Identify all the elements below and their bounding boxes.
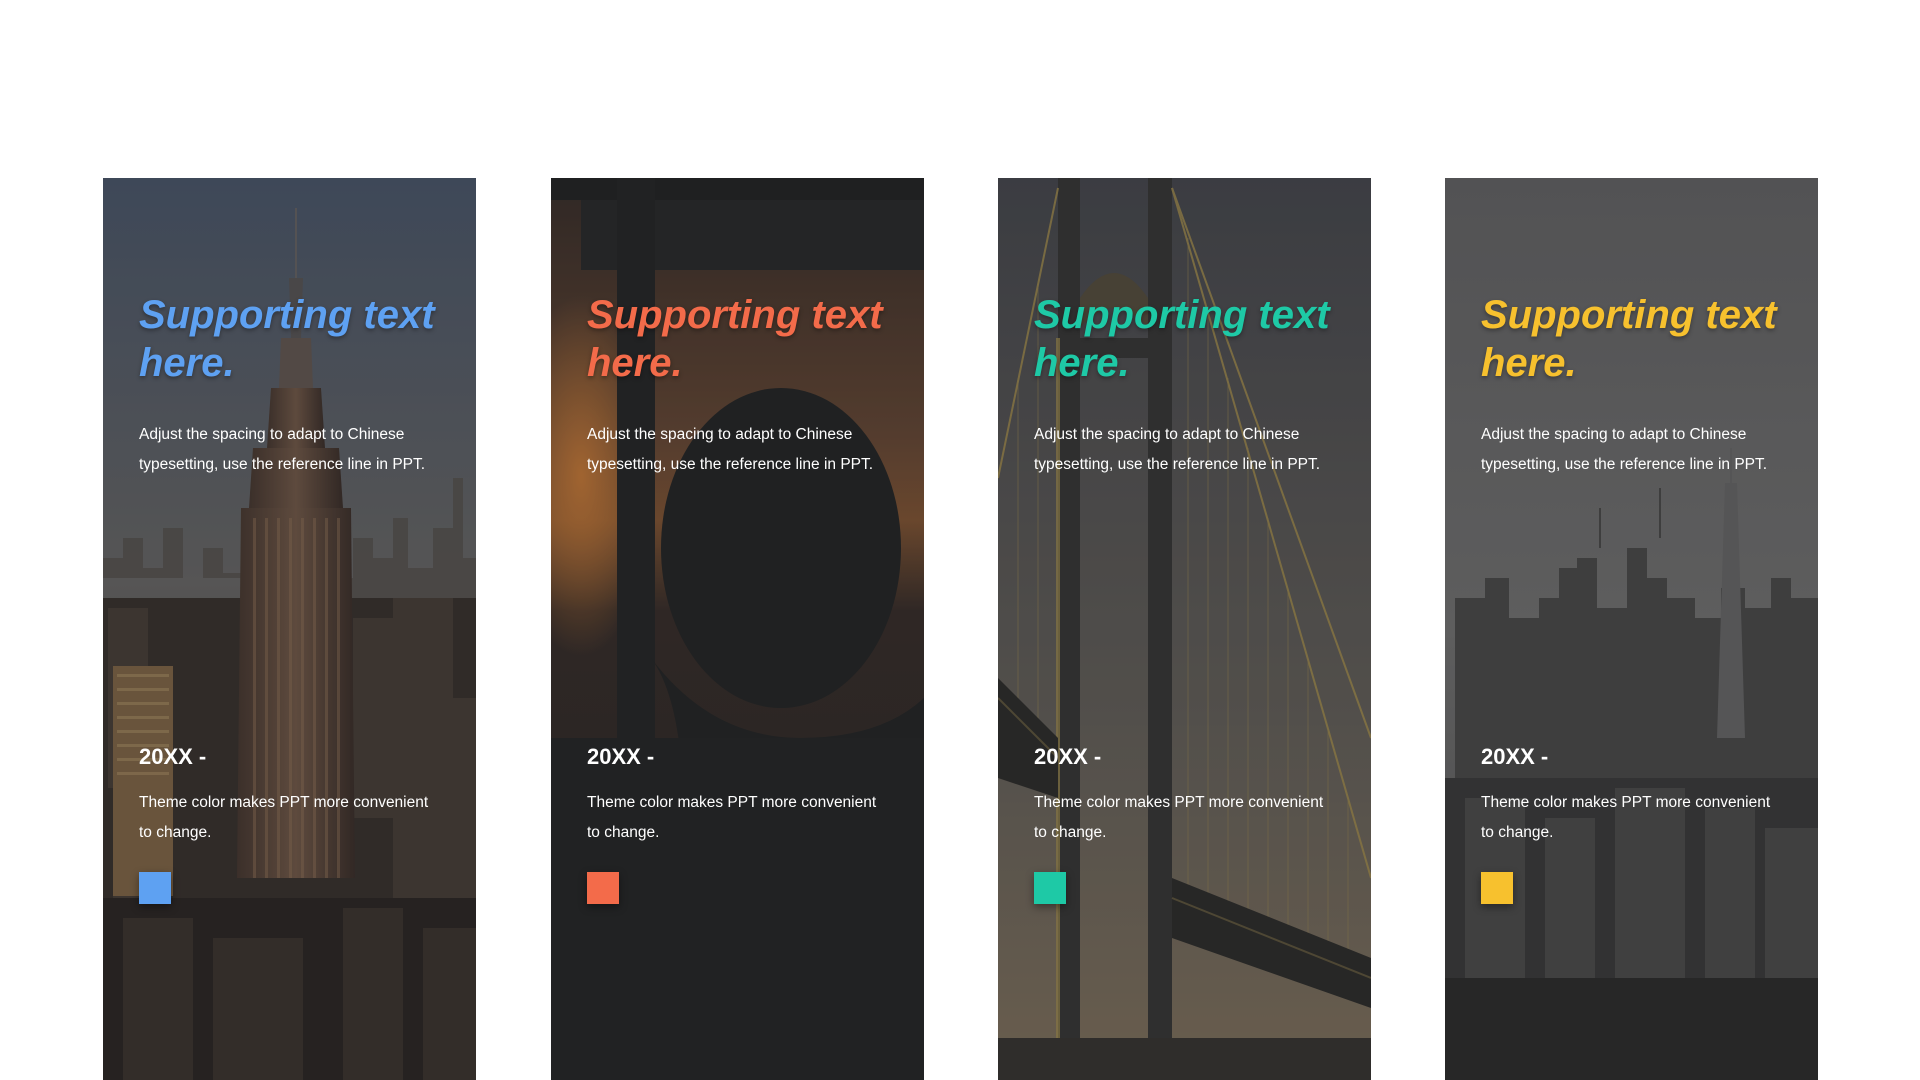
card-4: Supporting text here. Adjust the spacing… [1445, 178, 1818, 1080]
card-year: 20XX - [1034, 744, 1102, 769]
card-3: Supporting text here. Adjust the spacing… [998, 178, 1371, 1080]
card-heading: Supporting text here. [1034, 293, 1330, 385]
accent-color-swatch [1481, 872, 1513, 904]
card-heading: Supporting text here. [1481, 293, 1777, 385]
slide: Supporting text here. Adjust the spacing… [0, 0, 1920, 1080]
card-body-text: Adjust the spacing to adapt to Chinese t… [1034, 426, 1321, 473]
card-heading: Supporting text here. [587, 293, 883, 385]
card-caption: Theme color makes PPT more convenient to… [1034, 794, 1324, 841]
card-caption: Theme color makes PPT more convenient to… [139, 794, 429, 841]
accent-color-swatch [587, 872, 619, 904]
accent-color-swatch [139, 872, 171, 904]
card-year: 20XX - [139, 744, 207, 769]
card-caption: Theme color makes PPT more convenient to… [1481, 794, 1771, 841]
card-heading: Supporting text here. [139, 293, 435, 385]
card-body-text: Adjust the spacing to adapt to Chinese t… [1481, 426, 1768, 473]
accent-color-swatch [1034, 872, 1066, 904]
card-2: Supporting text here. Adjust the spacing… [551, 178, 924, 1080]
card-body-text: Adjust the spacing to adapt to Chinese t… [139, 426, 426, 473]
card-body-text: Adjust the spacing to adapt to Chinese t… [587, 426, 874, 473]
card-year: 20XX - [1481, 744, 1549, 769]
card-year: 20XX - [587, 744, 655, 769]
card-caption: Theme color makes PPT more convenient to… [587, 794, 877, 841]
card-1: Supporting text here. Adjust the spacing… [103, 178, 476, 1080]
